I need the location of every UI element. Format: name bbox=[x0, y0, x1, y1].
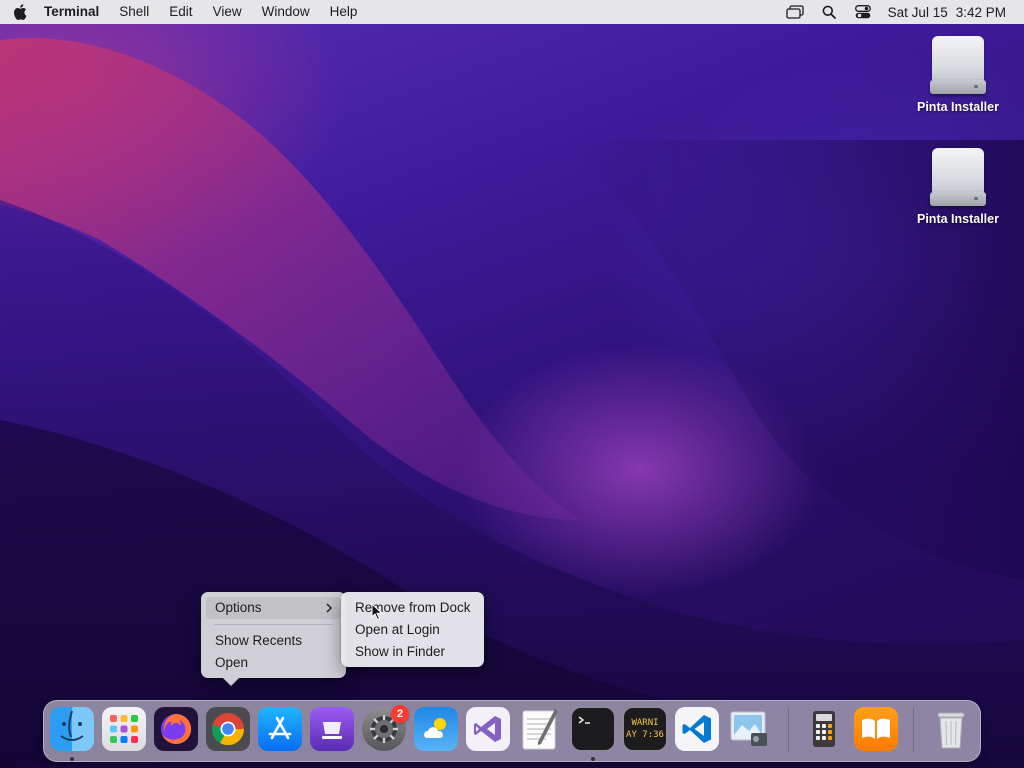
running-indicator bbox=[70, 757, 74, 761]
desktop-icon-label: Pinta Installer bbox=[917, 212, 999, 226]
menu-bar: Terminal Shell Edit View Window Help Sat… bbox=[0, 0, 1024, 24]
desktop-wallpaper bbox=[0, 0, 1024, 768]
menu-shell[interactable]: Shell bbox=[109, 0, 159, 24]
notification-badge: 2 bbox=[391, 705, 409, 723]
textedit-icon[interactable] bbox=[518, 707, 562, 751]
menu-item-show-recents[interactable]: Show Recents bbox=[206, 630, 341, 652]
mouse-cursor-icon bbox=[371, 602, 383, 626]
options-submenu: Remove from Dock Open at Login Show in F… bbox=[341, 592, 484, 667]
chevron-right-icon bbox=[325, 597, 333, 626]
menu-view[interactable]: View bbox=[203, 0, 252, 24]
menu-bar-clock[interactable]: Sat Jul 15 3:42 PM bbox=[888, 5, 1006, 20]
menu-item-options[interactable]: Options bbox=[206, 597, 341, 619]
dock-context-menu: Options Show Recents Open bbox=[201, 592, 346, 686]
dock-separator bbox=[913, 708, 914, 752]
console-line-2: AY 7:36 bbox=[626, 730, 664, 740]
menu-help[interactable]: Help bbox=[320, 0, 368, 24]
vscode-icon[interactable] bbox=[675, 707, 719, 751]
menu-item-label: Options bbox=[215, 600, 262, 615]
spotlight-icon[interactable] bbox=[820, 4, 838, 20]
control-center-icon[interactable] bbox=[854, 4, 872, 20]
terminal-icon[interactable] bbox=[571, 707, 615, 751]
configurator-icon[interactable] bbox=[310, 707, 354, 751]
desktop-icon-label: Pinta Installer bbox=[917, 100, 999, 114]
finder-icon[interactable] bbox=[50, 707, 94, 751]
apple-menu-icon[interactable] bbox=[0, 4, 40, 20]
screen-mirroring-icon[interactable] bbox=[786, 4, 804, 20]
menu-item-remove-from-dock[interactable]: Remove from Dock bbox=[346, 597, 479, 619]
menu-item-show-in-finder[interactable]: Show in Finder bbox=[346, 641, 479, 663]
visual-studio-icon[interactable] bbox=[466, 707, 510, 751]
console-icon[interactable]: WARNI AY 7:36 bbox=[623, 707, 667, 751]
desktop-icon-pinta-installer-2[interactable]: Pinta Installer bbox=[903, 148, 1013, 226]
chrome-icon[interactable] bbox=[206, 707, 250, 751]
preview-icon[interactable] bbox=[727, 707, 771, 751]
clock-time: 3:42 PM bbox=[955, 4, 1006, 20]
books-icon[interactable] bbox=[854, 707, 898, 751]
weather-icon[interactable] bbox=[414, 707, 458, 751]
menu-app-name[interactable]: Terminal bbox=[40, 0, 109, 24]
menu-item-open[interactable]: Open bbox=[206, 652, 341, 674]
disk-image-icon bbox=[930, 148, 986, 206]
app-store-icon[interactable] bbox=[258, 707, 302, 751]
desktop-icon-pinta-installer[interactable]: Pinta Installer bbox=[903, 36, 1013, 114]
menu-separator bbox=[214, 624, 333, 625]
menu-item-open-at-login[interactable]: Open at Login bbox=[346, 619, 479, 641]
clock-date: Sat Jul 15 bbox=[887, 4, 948, 20]
menu-window[interactable]: Window bbox=[252, 0, 320, 24]
dock-separator bbox=[788, 708, 789, 752]
console-line-1: WARNI bbox=[631, 718, 659, 728]
disk-image-icon bbox=[930, 36, 986, 94]
running-indicator bbox=[591, 757, 595, 761]
menu-edit[interactable]: Edit bbox=[159, 0, 202, 24]
menu-pointer bbox=[223, 678, 239, 686]
firefox-icon[interactable] bbox=[154, 707, 198, 751]
launchpad-icon[interactable] bbox=[102, 707, 146, 751]
calculator-icon[interactable] bbox=[802, 707, 846, 751]
trash-icon[interactable] bbox=[929, 707, 973, 751]
